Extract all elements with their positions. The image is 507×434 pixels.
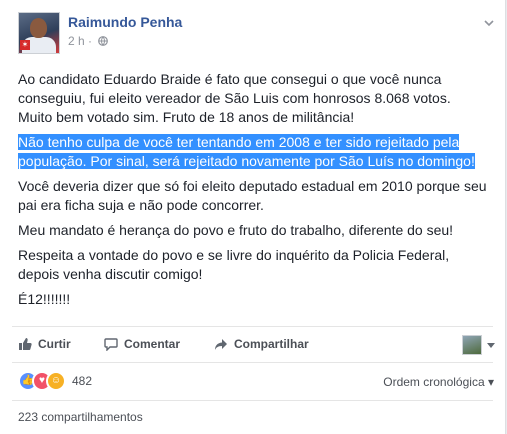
shares-count[interactable]: 223 compartilhamentos [18,410,143,424]
post-paragraph-6: É12!!!!!!! [18,291,71,307]
shares-divider [12,400,493,401]
selected-text: Não tenho culpa de você ter tentando em … [18,134,475,169]
thumbs-up-icon [19,338,32,350]
post-header: ✶ Raimundo Penha 2 h · [18,12,498,62]
caret-down-small-icon: ▾ [487,375,494,389]
post-paragraph-5: Respeita a vontade do povo e se livre do… [18,247,450,282]
chevron-down-icon[interactable] [482,16,496,30]
share-button[interactable]: Compartilhar [214,337,309,351]
haha-reaction-icon: ☺ [46,371,66,391]
comment-order-dropdown[interactable]: Ordem cronológica ▾ [383,375,494,389]
comment-button[interactable]: Comentar [104,337,180,351]
author-avatar[interactable]: ✶ [18,12,60,54]
actions-divider-top [12,326,493,327]
caret-down-icon [487,343,495,348]
actions-divider-bottom [12,362,493,363]
post-paragraph-2: Não tenho culpa de você ter tentando em … [18,133,488,171]
globe-icon[interactable] [98,36,109,46]
post-as-avatar [462,335,482,355]
post-as-selector[interactable] [462,335,496,355]
like-button[interactable]: Curtir [18,337,71,351]
like-label: Curtir [38,337,71,351]
post-time[interactable]: 2 h [68,34,85,48]
meta-separator: · [88,34,93,48]
post-meta: 2 h · [68,34,109,48]
comment-label: Comentar [124,337,181,351]
post-paragraph-1: Ao candidato Eduardo Braide é fato que c… [18,71,451,125]
author-name[interactable]: Raimundo Penha [68,14,182,30]
comment-order-label: Ordem cronológica [383,375,485,389]
post-paragraph-3: Você deveria dizer que só foi eleito dep… [18,178,487,213]
party-badge-icon: ✶ [20,40,30,50]
share-label: Compartilhar [234,337,309,351]
post-paragraph-4: Meu mandato é herança do povo e fruto do… [18,222,454,238]
reaction-count[interactable]: 482 [72,374,92,388]
comment-icon [104,338,118,351]
post-body: Ao candidato Eduardo Braide é fato que c… [18,70,488,315]
avatar-face-shape [30,18,47,38]
share-arrow-icon [215,339,227,350]
post-card: ✶ Raimundo Penha 2 h · Ao candidato Edua… [0,0,506,434]
reactions-bar[interactable]: 👍 ♥ ☺ 482 Ordem cronológica ▾ [18,371,496,391]
action-bar: Curtir Comentar Compartilhar [18,333,496,357]
reaction-icons: 👍 ♥ ☺ [18,371,66,391]
